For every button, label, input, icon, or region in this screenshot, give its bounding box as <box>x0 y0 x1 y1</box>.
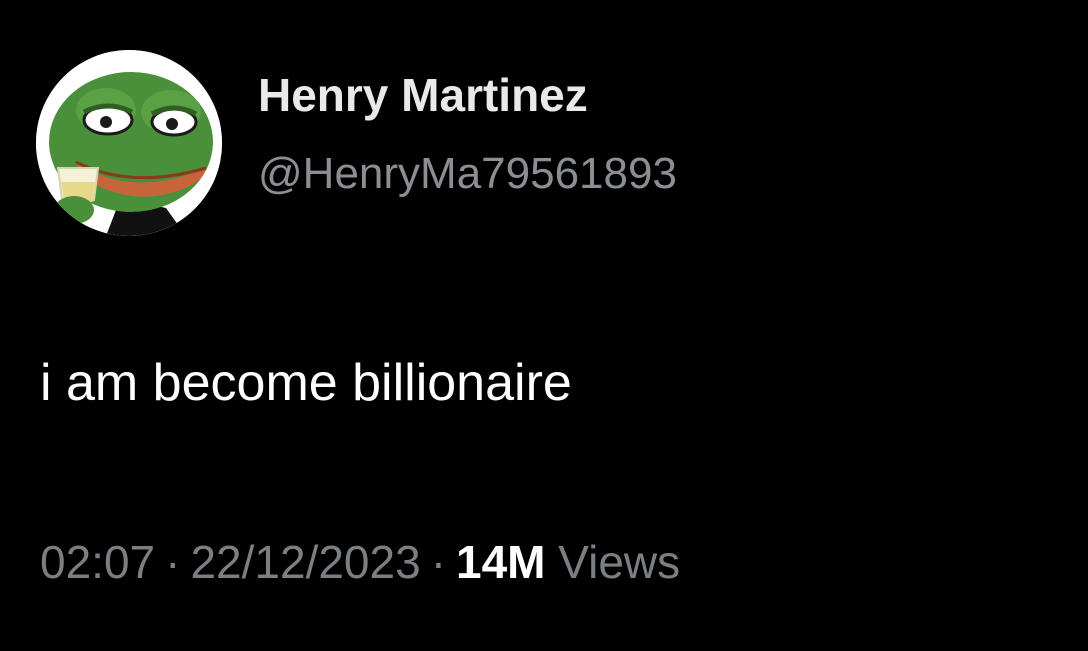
tweet-time[interactable]: 02:07 <box>40 536 155 588</box>
tweet-text: i am become billionaire <box>40 354 572 412</box>
avatar[interactable] <box>36 50 222 236</box>
views-count: 14M <box>456 536 546 588</box>
meta-separator: · <box>165 536 181 588</box>
tweet-meta: 02:07 · 22/12/2023 · 14M Views <box>40 539 680 585</box>
author-handle[interactable]: @HenryMa79561893 <box>258 152 677 196</box>
views-label: Views <box>558 536 681 588</box>
tweet-date[interactable]: 22/12/2023 <box>190 536 420 588</box>
frog-avatar-icon <box>36 50 222 236</box>
meta-separator: · <box>430 536 447 588</box>
tweet-card: Henry Martinez @HenryMa79561893 i am bec… <box>0 0 1088 651</box>
author-display-name[interactable]: Henry Martinez <box>258 72 588 118</box>
